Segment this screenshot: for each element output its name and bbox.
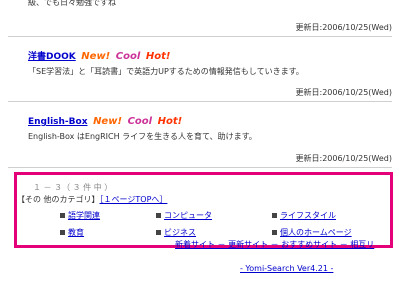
category-nav: 【その 他のカテゴリ】［１ページTOPへ］	[17, 194, 167, 205]
entry-date: 更新日:2006/10/25(Wed)	[295, 154, 393, 163]
entry-title-link[interactable]: English-Box	[28, 117, 88, 127]
bullet-icon	[60, 230, 65, 235]
top-text: 級、でも日々勉強ですね	[28, 0, 116, 7]
bullet-icon	[272, 230, 277, 235]
entry-date: 更新日:2006/10/25(Wed)	[295, 23, 393, 32]
divider	[8, 167, 392, 168]
result-count: １ － ３（ ３ 件 中 ）	[33, 183, 113, 192]
category-item[interactable]: ビジネス	[156, 227, 196, 238]
hot-badge: Hot!	[157, 116, 183, 127]
page-top-link[interactable]: ［１ページTOPへ］	[100, 195, 168, 204]
cool-badge: Cool	[115, 51, 141, 62]
cool-badge: Cool	[127, 116, 153, 127]
bullet-icon	[272, 213, 277, 218]
category-link[interactable]: ライフスタイル	[280, 211, 336, 220]
divider	[8, 36, 392, 37]
yomi-search-link[interactable]: - Yomi-Search Ver4.21 -	[240, 264, 333, 273]
category-item[interactable]: コンピュータ	[156, 210, 212, 221]
category-item[interactable]: 教育	[60, 227, 84, 238]
category-item[interactable]: 個人のホームページ	[272, 227, 352, 238]
entry-header: 洋書DOOK New! Cool Hot!	[28, 49, 170, 62]
entry-title-link[interactable]: 洋書DOOK	[28, 52, 76, 62]
entry-date: 更新日:2006/10/25(Wed)	[295, 88, 393, 97]
entry-header: English-Box New! Cool Hot!	[28, 116, 182, 127]
other-categories-label: 【その 他のカテゴリ】	[17, 195, 100, 204]
hot-badge: Hot!	[145, 51, 171, 62]
category-link[interactable]: 語学関連	[68, 211, 100, 220]
category-item[interactable]: 語学関連	[60, 210, 100, 221]
footer-nav-links[interactable]: 新着サイト － 更新サイト － おすすめサイト － 相互リ	[175, 239, 374, 250]
divider	[8, 101, 392, 102]
category-link[interactable]: コンピュータ	[164, 211, 212, 220]
new-badge: New!	[81, 51, 111, 62]
bullet-icon	[156, 213, 161, 218]
category-link[interactable]: 個人のホームページ	[280, 228, 352, 237]
bullet-icon	[60, 213, 65, 218]
entry-description: English-Box はEngRICH ライフを生きる人を育て、助けます。	[28, 132, 257, 141]
new-badge: New!	[93, 116, 123, 127]
category-item[interactable]: ライフスタイル	[272, 210, 336, 221]
powered-by: - Yomi-Search Ver4.21 -	[240, 264, 333, 273]
bullet-icon	[156, 230, 161, 235]
category-link[interactable]: 教育	[68, 228, 84, 237]
category-link[interactable]: ビジネス	[164, 228, 196, 237]
entry-description: 「SE学習法」と「耳読書」で英語力UPするための情報発信もしていきます。	[28, 67, 304, 76]
